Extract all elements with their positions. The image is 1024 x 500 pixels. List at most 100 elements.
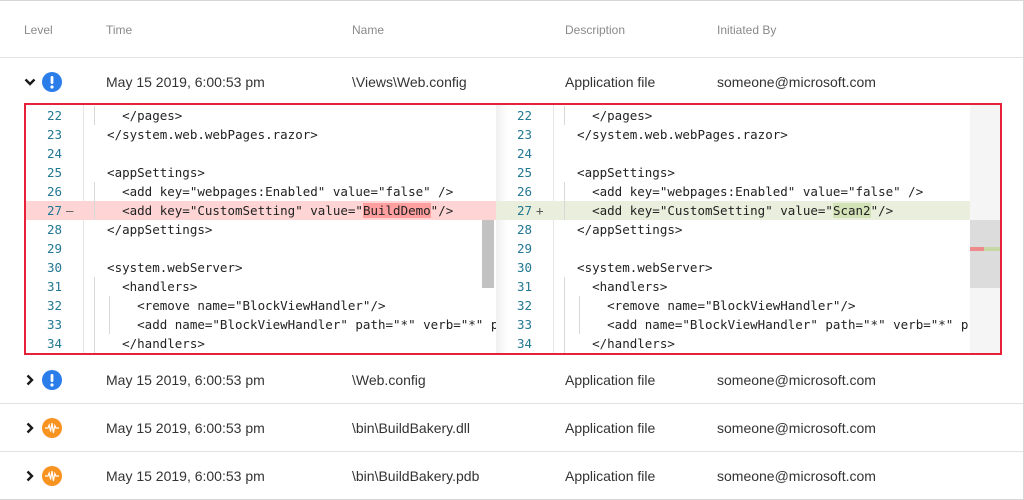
diff-line-deleted[interactable]: 27– <add key="CustomSetting" value="Buil…: [26, 201, 496, 220]
chevron-down-icon[interactable]: [24, 76, 36, 88]
description-cell: Application file: [565, 420, 656, 436]
code-text: </system.web.webPages.razor>: [562, 127, 788, 142]
column-header-description[interactable]: Description: [565, 23, 625, 37]
overview-viewport[interactable]: [970, 220, 1000, 288]
initiated-by-cell: someone@microsoft.com: [717, 420, 876, 436]
table-row[interactable]: May 15 2019, 6:00:53 pm \bin\BuildBakery…: [0, 452, 1023, 500]
column-header-initiated-by[interactable]: Initiated By: [717, 23, 776, 37]
code-text: </pages>: [562, 108, 653, 123]
line-number: 31: [46, 279, 62, 294]
line-number: 27: [46, 203, 62, 218]
diff-line[interactable]: 25 <appSettings>: [496, 163, 970, 182]
line-number: 26: [46, 184, 62, 199]
name-cell: \bin\BuildBakery.dll: [352, 420, 471, 436]
overview-addition-marker: [984, 247, 1000, 251]
name-cell: \Web.config: [352, 372, 426, 388]
code-text: </handlers>: [92, 336, 205, 351]
code-text: <add name="BlockViewHandler" path="*" ve…: [562, 317, 970, 332]
line-number: 27: [516, 203, 532, 218]
code-text: <remove name="BlockViewHandler"/>: [562, 298, 856, 313]
description-cell: Application file: [565, 372, 656, 388]
table-row[interactable]: May 15 2019, 6:00:53 pm \Web.config Appl…: [0, 356, 1023, 404]
diff-line[interactable]: 33 <add name="BlockViewHandler" path="*"…: [26, 315, 496, 334]
diff-line[interactable]: 26 <add key="webpages:Enabled" value="fa…: [496, 182, 970, 201]
line-number: 32: [46, 298, 62, 313]
code-text: </handlers>: [562, 336, 675, 351]
line-number: 23: [46, 127, 62, 142]
column-header-level[interactable]: Level: [24, 23, 53, 37]
removed-text-highlight: BuildDemo: [362, 203, 431, 218]
column-header-time[interactable]: Time: [106, 23, 132, 37]
initiated-by-cell: someone@microsoft.com: [717, 372, 876, 388]
chevron-right-icon[interactable]: [24, 374, 36, 386]
diff-overview-ruler[interactable]: [970, 105, 1000, 353]
code-text: <add key="webpages:Enabled" value="false…: [562, 184, 924, 199]
line-number: 24: [516, 146, 532, 161]
diff-line[interactable]: 28 </appSettings>: [26, 220, 496, 239]
indent-guide: [94, 277, 95, 353]
diff-line[interactable]: 22 </pages>: [26, 106, 496, 125]
code-text: </appSettings>: [92, 222, 213, 237]
indent-guide: [564, 277, 565, 353]
chevron-right-icon[interactable]: [24, 422, 36, 434]
diff-line[interactable]: 34 </handlers>: [26, 334, 496, 353]
line-number: 31: [516, 279, 532, 294]
diff-line[interactable]: 31 <handlers>: [26, 277, 496, 296]
indent-guide: [94, 106, 95, 125]
indent-guide: [564, 106, 565, 125]
added-text-highlight: Scan2: [832, 203, 871, 218]
diff-line[interactable]: 29: [496, 239, 970, 258]
diff-line[interactable]: 34 </handlers>: [496, 334, 970, 353]
table-header: Level Time Name Description Initiated By: [0, 1, 1023, 58]
line-number: 22: [516, 108, 532, 123]
code-text: </system.web.webPages.razor>: [92, 127, 318, 142]
waveform-icon: [42, 418, 62, 438]
initiated-by-cell: someone@microsoft.com: [717, 468, 876, 484]
diff-line[interactable]: 22 </pages>: [496, 106, 970, 125]
line-number: 28: [46, 222, 62, 237]
diff-line[interactable]: 28 </appSettings>: [496, 220, 970, 239]
diff-original-pane: 22 </pages> 23 </system.web.webPages.razo…: [26, 105, 496, 353]
audit-table: Level Time Name Description Initiated By…: [0, 0, 1024, 500]
table-row[interactable]: May 15 2019, 6:00:53 pm \bin\BuildBakery…: [0, 404, 1023, 452]
table-row[interactable]: May 15 2019, 6:00:53 pm \Views\Web.confi…: [0, 58, 1023, 106]
indent-guide: [94, 182, 95, 220]
line-number: 34: [46, 336, 62, 351]
exclamation-icon: [42, 72, 62, 92]
diff-line[interactable]: 25 <appSettings>: [26, 163, 496, 182]
time-cell: May 15 2019, 6:00:53 pm: [106, 372, 265, 388]
diff-line[interactable]: 23 </system.web.webPages.razor>: [496, 125, 970, 144]
diff-viewer: 22 </pages> 23 </system.web.webPages.razo…: [24, 103, 1002, 355]
column-header-name[interactable]: Name: [352, 23, 384, 37]
diff-line[interactable]: 32 <remove name="BlockViewHandler"/>: [496, 296, 970, 315]
initiated-by-cell: someone@microsoft.com: [717, 74, 876, 90]
code-text: <handlers>: [92, 279, 198, 294]
diff-line[interactable]: 30 <system.webServer>: [496, 258, 970, 277]
code-text: </pages>: [92, 108, 183, 123]
line-number: 33: [46, 317, 62, 332]
code-text: <handlers>: [562, 279, 668, 294]
time-cell: May 15 2019, 6:00:53 pm: [106, 420, 265, 436]
diff-line[interactable]: 32 <remove name="BlockViewHandler"/>: [26, 296, 496, 315]
chevron-right-icon[interactable]: [24, 470, 36, 482]
code-text: <add key="webpages:Enabled" value="false…: [92, 184, 454, 199]
original-scrollbar-thumb[interactable]: [482, 220, 494, 288]
diff-line[interactable]: 29: [26, 239, 496, 258]
diff-line[interactable]: 24: [26, 144, 496, 163]
line-number: 23: [516, 127, 532, 142]
line-number: 26: [516, 184, 532, 199]
minus-icon: –: [66, 203, 74, 218]
exclamation-icon: [42, 370, 62, 390]
line-number: 30: [46, 260, 62, 275]
line-number: 34: [516, 336, 532, 351]
diff-line[interactable]: 33 <add name="BlockViewHandler" path="*"…: [496, 315, 970, 334]
diff-line[interactable]: 24: [496, 144, 970, 163]
code-text: <system.webServer>: [562, 260, 713, 275]
code-text: </appSettings>: [562, 222, 683, 237]
diff-line[interactable]: 26 <add key="webpages:Enabled" value="fa…: [26, 182, 496, 201]
diff-line[interactable]: 30 <system.webServer>: [26, 258, 496, 277]
diff-line[interactable]: 23 </system.web.webPages.razor>: [26, 125, 496, 144]
line-number: 24: [46, 146, 62, 161]
diff-line[interactable]: 31 <handlers>: [496, 277, 970, 296]
diff-line-added[interactable]: 27 + <add key="CustomSetting" value="Scan…: [496, 201, 970, 220]
